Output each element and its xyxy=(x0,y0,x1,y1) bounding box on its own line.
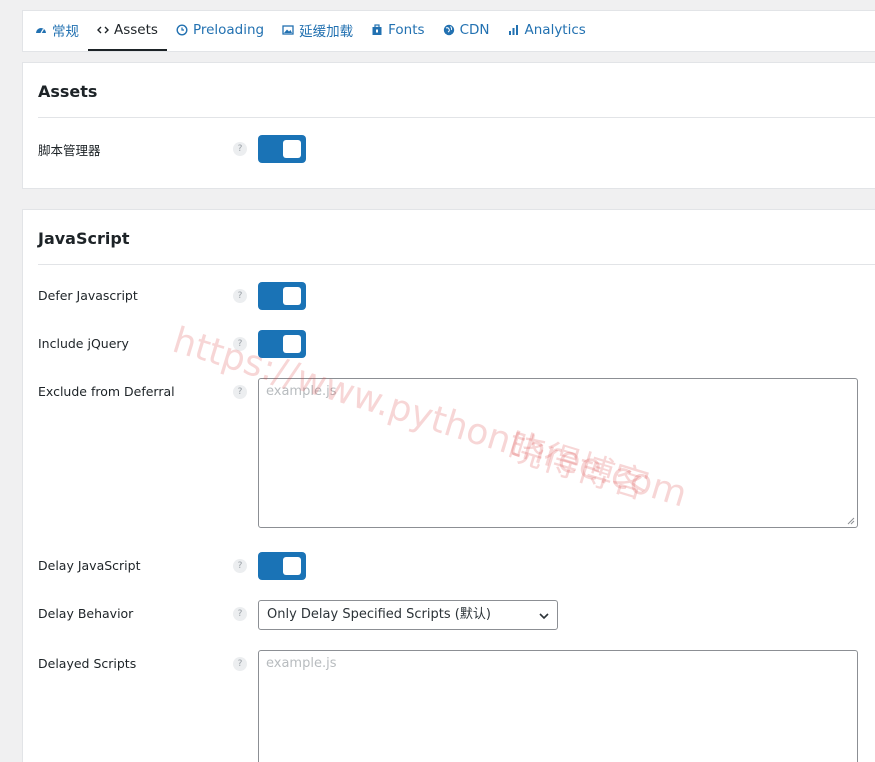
defer-javascript-label: Defer Javascript xyxy=(38,288,138,303)
chart-icon xyxy=(508,25,518,35)
help-icon[interactable]: ? xyxy=(233,385,247,399)
exclude-deferral-label: Exclude from Deferral xyxy=(38,384,175,399)
code-icon xyxy=(97,26,109,34)
help-icon[interactable]: ? xyxy=(233,559,247,573)
tab-assets[interactable]: Assets xyxy=(88,11,167,51)
help-icon[interactable]: ? xyxy=(233,289,247,303)
toggle-knob xyxy=(283,140,301,158)
tab-label: Assets xyxy=(114,22,158,38)
delayed-scripts-textarea[interactable]: example.js xyxy=(258,650,858,762)
tab-analytics[interactable]: Analytics xyxy=(499,11,595,51)
tab-label: 常规 xyxy=(52,24,79,40)
help-icon[interactable]: ? xyxy=(233,142,247,156)
help-icon[interactable]: ? xyxy=(233,657,247,671)
include-jquery-label: Include jQuery xyxy=(38,336,129,351)
image-icon xyxy=(282,25,294,35)
delay-javascript-label: Delay JavaScript xyxy=(38,558,141,573)
tab-label: Preloading xyxy=(192,22,265,38)
javascript-section: JavaScript Defer Javascript ? Include jQ… xyxy=(22,209,875,762)
tab-label: Analytics xyxy=(524,22,586,38)
tab-label: Fonts xyxy=(388,22,425,38)
dashboard-icon xyxy=(36,28,46,34)
script-manager-toggle[interactable] xyxy=(258,135,306,163)
textarea-placeholder: example.js xyxy=(266,656,337,671)
tab-fonts[interactable]: Fonts xyxy=(362,11,433,51)
toggle-knob xyxy=(283,335,301,353)
settings-tab-bar: 常规 Assets Preloading 延缓加载 Fonts CDN Anal… xyxy=(22,10,875,52)
toggle-knob xyxy=(283,287,301,305)
section-divider xyxy=(38,117,875,118)
section-divider xyxy=(38,264,875,265)
help-icon[interactable]: ? xyxy=(233,607,247,621)
delayed-scripts-label: Delayed Scripts xyxy=(38,656,137,671)
assets-section: Assets 脚本管理器 ? xyxy=(22,62,875,189)
tab-cdn[interactable]: CDN xyxy=(434,11,499,51)
script-manager-label: 脚本管理器 xyxy=(38,143,101,158)
tab-label: CDN xyxy=(459,22,490,38)
include-jquery-toggle[interactable] xyxy=(258,330,306,358)
clock-icon xyxy=(176,24,188,36)
section-title: JavaScript xyxy=(38,229,130,248)
delay-behavior-select[interactable]: Only Delay Specified Scripts (默认) xyxy=(258,600,558,630)
chevron-down-icon xyxy=(539,613,549,620)
tab-label: 延缓加载 xyxy=(299,24,354,40)
font-icon xyxy=(372,24,382,35)
textarea-placeholder: example.js xyxy=(266,384,337,399)
globe-icon xyxy=(443,24,454,36)
delay-javascript-toggle[interactable] xyxy=(258,552,306,580)
delay-behavior-label: Delay Behavior xyxy=(38,606,134,621)
resize-handle-icon[interactable] xyxy=(847,517,855,525)
defer-javascript-toggle[interactable] xyxy=(258,282,306,310)
exclude-deferral-textarea[interactable]: example.js xyxy=(258,378,858,528)
select-value: Only Delay Specified Scripts (默认) xyxy=(267,607,491,622)
section-title: Assets xyxy=(38,82,98,101)
tab-lazy-load[interactable]: 延缓加载 xyxy=(273,11,362,51)
help-icon[interactable]: ? xyxy=(233,337,247,351)
tab-general[interactable]: 常规 xyxy=(26,11,88,51)
tab-preloading[interactable]: Preloading xyxy=(167,11,273,51)
toggle-knob xyxy=(283,557,301,575)
